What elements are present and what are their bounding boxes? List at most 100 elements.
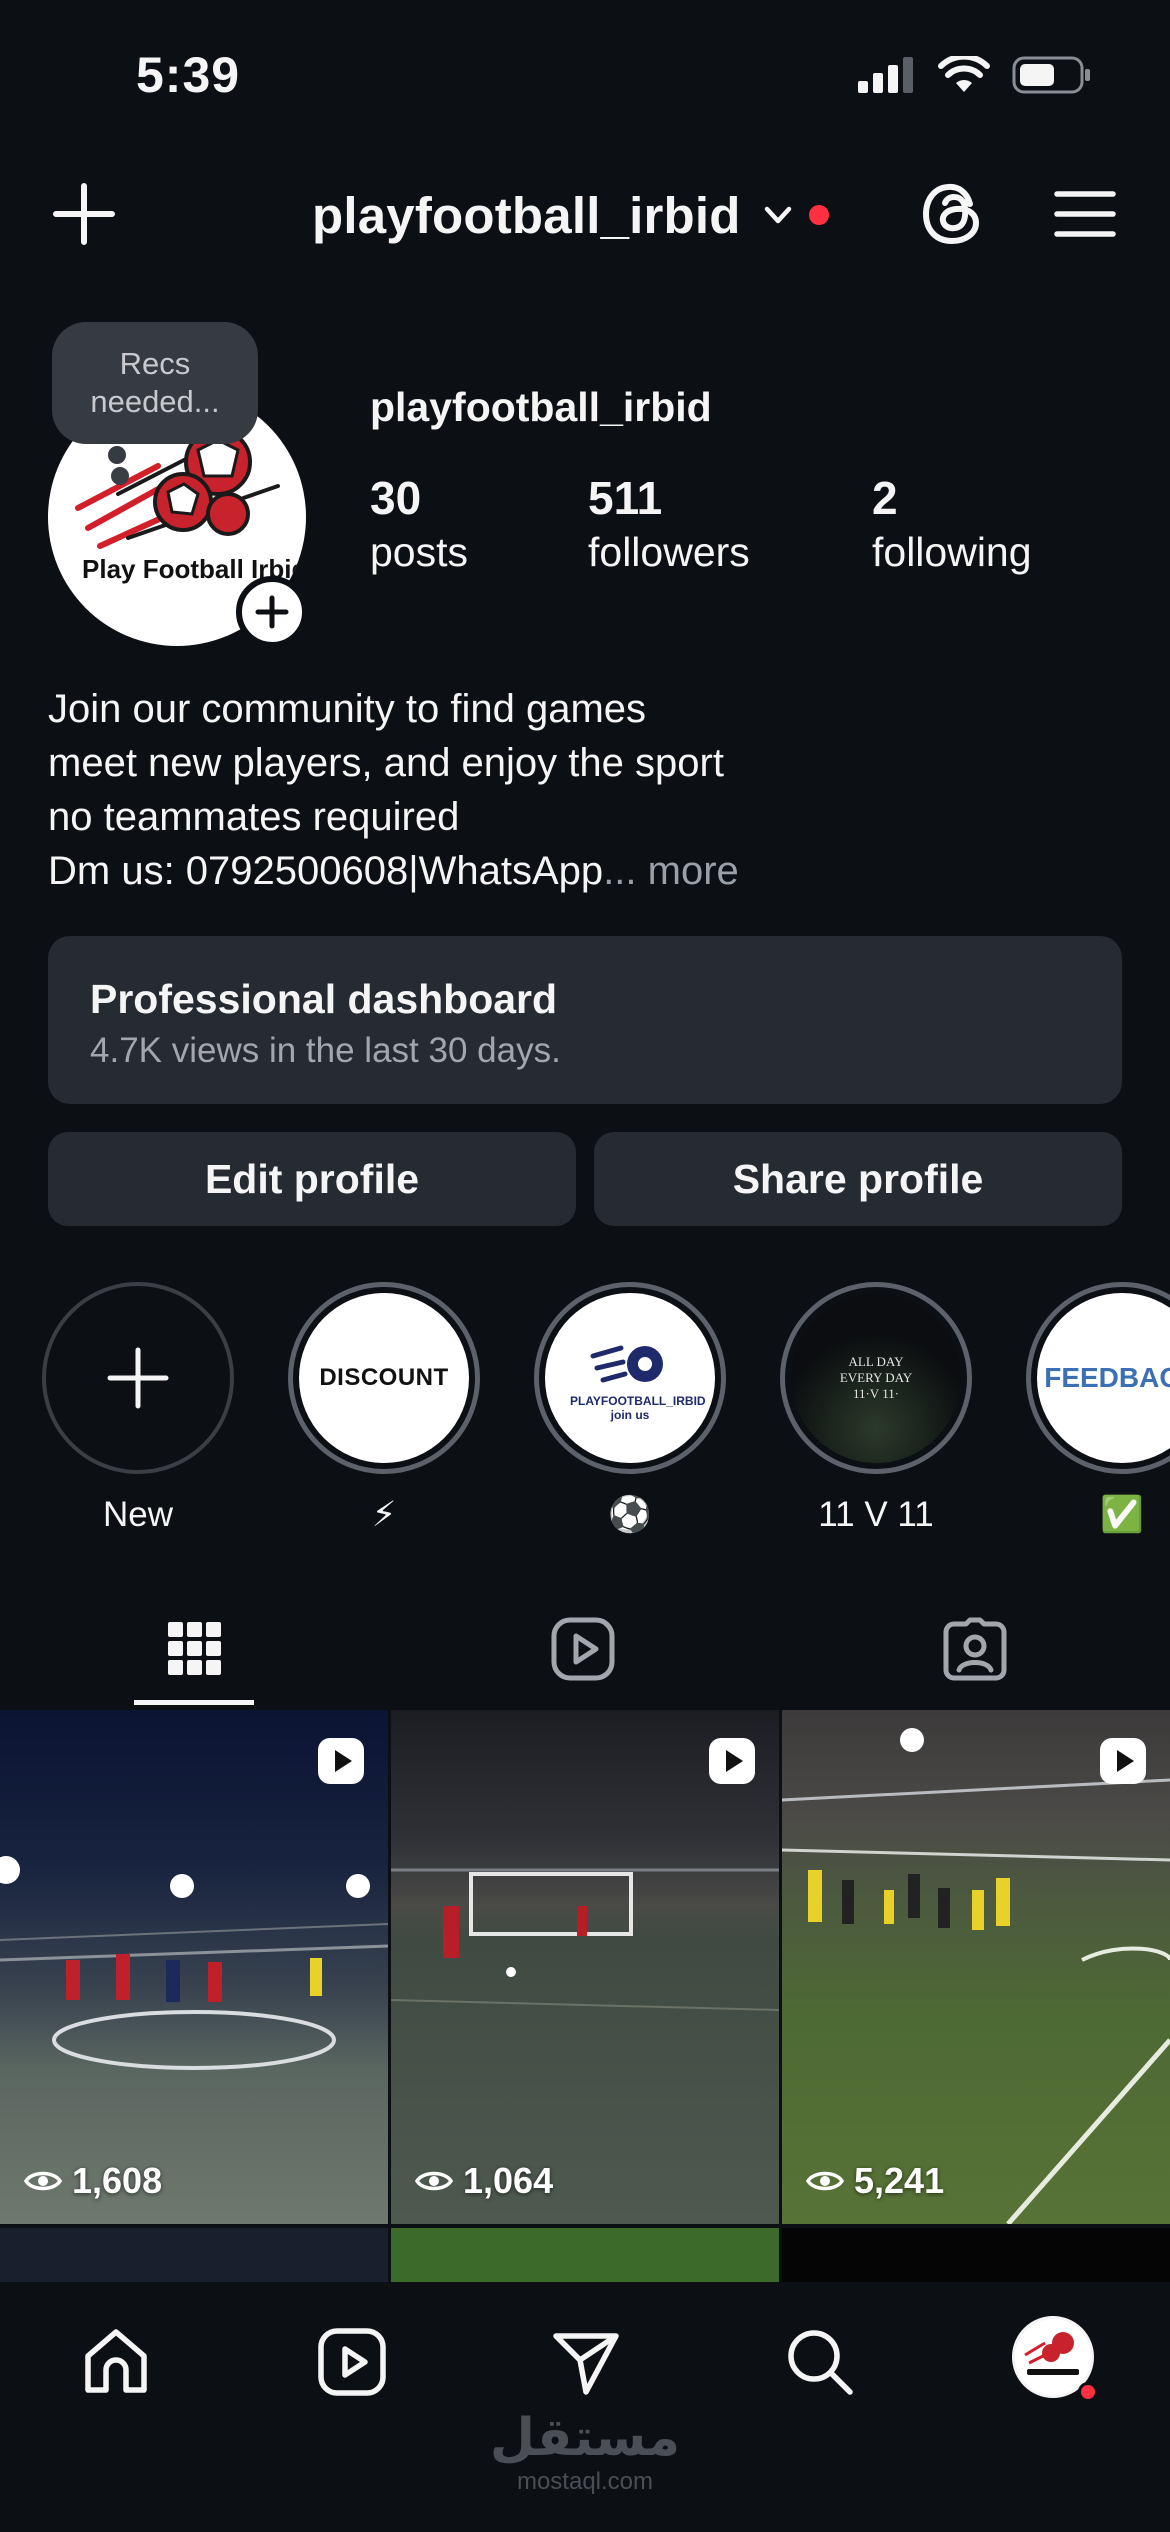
- nav-reels[interactable]: [312, 2322, 392, 2402]
- plus-icon: [255, 595, 289, 629]
- status-bar: 5:39: [0, 0, 1170, 150]
- post-thumbnail-scene: [782, 1728, 1170, 2224]
- chevron-down-icon: [764, 206, 791, 224]
- bio-line: no teammates required: [48, 795, 460, 839]
- notification-dot: [808, 205, 829, 225]
- post-view-count: 1,608: [72, 2160, 163, 2201]
- 11v11-cover-text: ALL DAY EVERY DAY 11·V 11·: [839, 1354, 913, 1401]
- add-story-button[interactable]: [236, 576, 308, 648]
- eye-icon: [24, 2171, 62, 2191]
- highlight-ring: PLAYFOOTBALL_IRBID join us: [534, 1282, 726, 1474]
- post-tile[interactable]: 5,241: [782, 1710, 1170, 2224]
- bio-more-link[interactable]: ... more: [603, 849, 739, 893]
- create-plus-icon[interactable]: [50, 180, 118, 248]
- followers-stat[interactable]: 511 followers: [588, 470, 750, 578]
- eye-icon: [806, 2171, 844, 2191]
- tab-reels[interactable]: [508, 1592, 658, 1706]
- highlight-cover: PLAYFOOTBALL_IRBID join us: [545, 1293, 715, 1463]
- post-thumbnail-scene: [0, 1856, 388, 2070]
- highlight-ring: [42, 1282, 234, 1474]
- following-count: 2: [872, 472, 898, 524]
- posts-count: 30: [370, 472, 422, 524]
- feedback-cover-text: FEEDBACK: [1044, 1362, 1170, 1393]
- highlight-football[interactable]: PLAYFOOTBALL_IRBID join us ⚽: [532, 1282, 728, 1538]
- highlight-ring: ALL DAY EVERY DAY 11·V 11·: [780, 1282, 972, 1474]
- header-username: playfootball_irbid: [312, 186, 741, 244]
- post-tile[interactable]: 1,608: [0, 1710, 388, 2224]
- nav-messages[interactable]: [546, 2322, 626, 2402]
- post-views: 1,064: [415, 2160, 553, 2202]
- menu-icon[interactable]: [1054, 188, 1116, 240]
- status-time: 5:39: [136, 47, 241, 103]
- wifi-icon: [938, 56, 990, 92]
- dashboard-subtitle: 4.7K views in the last 30 days.: [90, 1031, 561, 1070]
- status-icons: [858, 56, 1092, 94]
- highlight-label: ⚽: [608, 1495, 652, 1534]
- highlight-feedback[interactable]: FEEDBACK ✅: [1024, 1282, 1170, 1538]
- watermark-arabic: مستقل: [489, 2409, 681, 2467]
- post-view-count: 5,241: [854, 2160, 945, 2201]
- posts-label: posts: [370, 529, 468, 575]
- dashboard-title: Professional dashboard: [90, 976, 558, 1022]
- post-view-count: 1,064: [463, 2160, 554, 2201]
- post-tile[interactable]: 1,064: [391, 1710, 779, 2224]
- bio-line-last: Dm us: 0792500608|WhatsApp... more: [48, 844, 1128, 898]
- battery-icon: [1012, 56, 1090, 94]
- cellular-signal-icon: [858, 57, 913, 93]
- profile-header: playfootball_irbid: [0, 160, 1170, 270]
- note-text: Recs needed...: [90, 346, 220, 419]
- bio-line: Join our community to find games: [48, 687, 647, 731]
- home-icon: [85, 2329, 147, 2393]
- note-bubble[interactable]: Recs needed...: [52, 322, 258, 464]
- search-icon: [788, 2330, 853, 2395]
- notification-dot: [1078, 2382, 1098, 2402]
- highlight-discount[interactable]: DISCOUNT ⚡: [286, 1282, 482, 1538]
- share-profile-button[interactable]: Share profile: [594, 1132, 1122, 1226]
- posts-stat[interactable]: 30 posts: [370, 470, 468, 578]
- reel-badge-icon: [709, 1738, 755, 1784]
- following-label: following: [872, 529, 1032, 575]
- edit-profile-button[interactable]: Edit profile: [48, 1132, 576, 1226]
- highlight-label: ⚡: [371, 1495, 397, 1534]
- post-tile[interactable]: [0, 2228, 388, 2288]
- post-views: 1,608: [24, 2160, 162, 2202]
- post-views: 5,241: [806, 2160, 944, 2202]
- post-thumbnail-scene: [391, 1868, 779, 2011]
- posts-grid: 1,608 1,064 5,241: [0, 1710, 1170, 2288]
- post-tile[interactable]: [782, 2228, 1170, 2288]
- reel-badge-icon: [1100, 1738, 1146, 1784]
- highlight-11v11[interactable]: ALL DAY EVERY DAY 11·V 11· 11 V 11: [778, 1282, 974, 1538]
- highlight-label: 11 V 11: [818, 1495, 934, 1534]
- discount-cover-text: DISCOUNT: [319, 1364, 449, 1391]
- mostaql-watermark: مستقل mostaql.com: [0, 2408, 1170, 2496]
- followers-label: followers: [588, 529, 750, 575]
- highlight-cover: ALL DAY EVERY DAY 11·V 11·: [791, 1293, 961, 1463]
- nav-home[interactable]: [76, 2322, 156, 2402]
- account-switcher[interactable]: playfootball_irbid: [312, 180, 829, 250]
- tab-tagged[interactable]: [900, 1592, 1050, 1706]
- highlight-ring: DISCOUNT: [288, 1282, 480, 1474]
- profile-username: playfootball_irbid: [370, 384, 712, 430]
- following-stat[interactable]: 2 following: [872, 470, 1032, 578]
- join-us-cover-text: PLAYFOOTBALL_IRBID join us: [570, 1394, 706, 1422]
- highlight-cover: FEEDBACK: [1037, 1293, 1170, 1463]
- bottom-navigation: مستقل mostaql.com: [0, 2282, 1170, 2532]
- highlight-label: New: [102, 1495, 174, 1534]
- bio-line-text: Dm us: 0792500608|WhatsApp: [48, 849, 604, 893]
- threads-icon[interactable]: [918, 178, 990, 250]
- profile-bio: Join our community to find games meet ne…: [48, 682, 1128, 898]
- highlight-new[interactable]: New: [40, 1282, 236, 1538]
- tagged-icon: [943, 1617, 1007, 1681]
- post-tile[interactable]: [391, 2228, 779, 2288]
- play-football-logo: [1024, 2332, 1079, 2375]
- highlight-label: ✅: [1100, 1495, 1144, 1534]
- eye-icon: [415, 2171, 453, 2191]
- plus-icon: [107, 1347, 169, 1409]
- watermark-latin: mostaql.com: [516, 2468, 654, 2495]
- nav-search[interactable]: [780, 2322, 860, 2402]
- active-tab-indicator: [134, 1700, 254, 1705]
- reel-badge-icon: [318, 1738, 364, 1784]
- tab-posts-grid[interactable]: [120, 1592, 270, 1706]
- followers-count: 511: [588, 472, 663, 524]
- professional-dashboard-card[interactable]: Professional dashboard 4.7K views in the…: [48, 936, 1122, 1104]
